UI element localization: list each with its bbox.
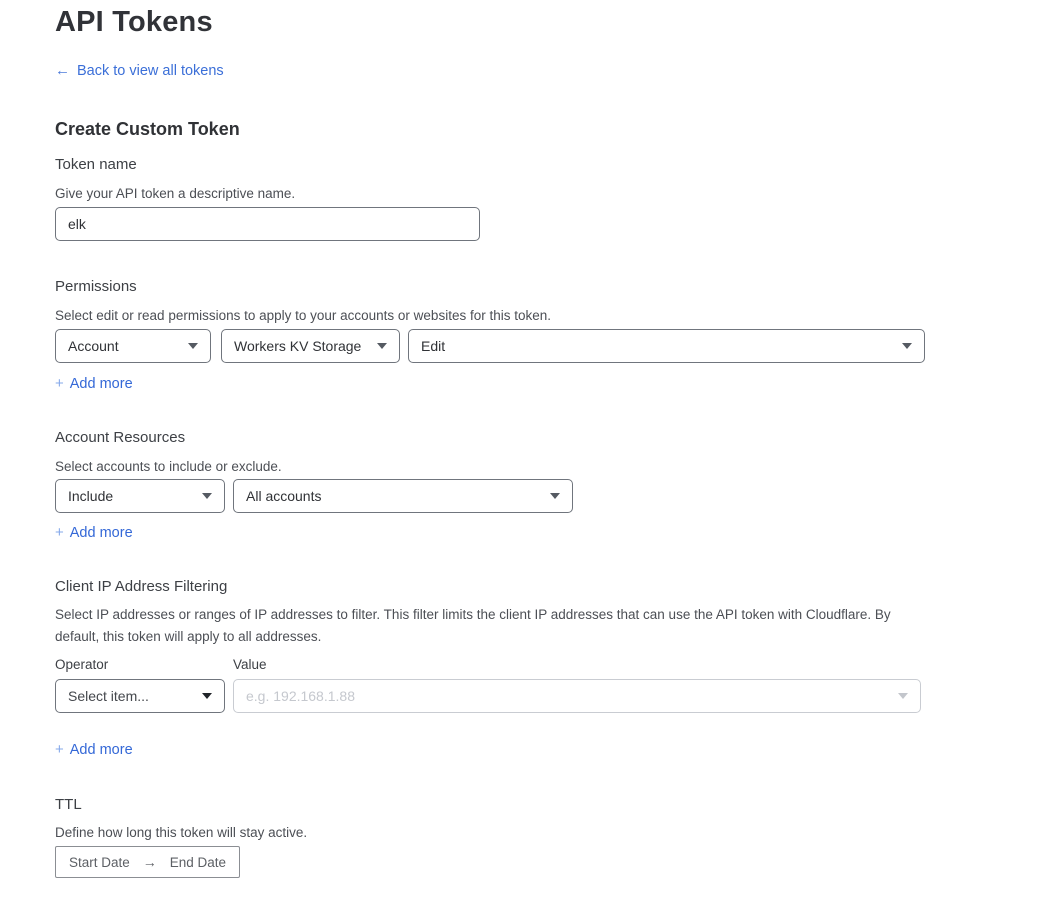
ip-operator-label: Operator — [55, 657, 108, 672]
account-include-exclude-value: Include — [68, 488, 113, 504]
account-selection-select[interactable]: All accounts — [233, 479, 573, 513]
ip-operator-value: Select item... — [68, 688, 149, 704]
add-more-permission-link[interactable]: + Add more — [55, 375, 133, 392]
add-more-label: Add more — [70, 376, 133, 392]
chevron-down-icon — [202, 693, 212, 699]
back-to-tokens-link[interactable]: ← Back to view all tokens — [55, 62, 224, 79]
arrow-right-icon: → — [143, 854, 157, 870]
ip-value-placeholder: e.g. 192.168.1.88 — [246, 688, 355, 704]
permission-scope-select[interactable]: Account — [55, 329, 211, 363]
plus-icon: + — [55, 524, 64, 541]
plus-icon: + — [55, 741, 64, 758]
ip-operator-select[interactable]: Select item... — [55, 679, 225, 713]
end-date-label: End Date — [170, 855, 226, 870]
start-date-label: Start Date — [69, 855, 130, 870]
token-name-description: Give your API token a descriptive name. — [55, 183, 295, 205]
api-tokens-page: API Tokens ← Back to view all tokens Cre… — [0, 0, 1043, 917]
chevron-down-icon — [377, 343, 387, 349]
account-selection-value: All accounts — [246, 488, 321, 504]
account-resources-description: Select accounts to include or exclude. — [55, 456, 282, 478]
add-more-account-resource-link[interactable]: + Add more — [55, 524, 133, 541]
back-link-label: Back to view all tokens — [77, 63, 224, 79]
chevron-down-icon — [902, 343, 912, 349]
chevron-down-icon — [550, 493, 560, 499]
chevron-down-icon — [202, 493, 212, 499]
permission-scope-value: Account — [68, 338, 119, 354]
ip-filtering-label: Client IP Address Filtering — [55, 578, 227, 595]
ttl-date-range-picker[interactable]: Start Date → End Date — [55, 846, 240, 878]
account-include-exclude-select[interactable]: Include — [55, 479, 225, 513]
add-more-ip-filter-link[interactable]: + Add more — [55, 741, 133, 758]
ttl-description: Define how long this token will stay act… — [55, 822, 307, 844]
plus-icon: + — [55, 375, 64, 392]
back-arrow-icon: ← — [55, 62, 70, 79]
chevron-down-icon — [898, 693, 908, 699]
permission-access-value: Edit — [421, 338, 445, 354]
create-custom-token-heading: Create Custom Token — [55, 119, 240, 140]
permissions-label: Permissions — [55, 278, 137, 295]
permission-access-select[interactable]: Edit — [408, 329, 925, 363]
ip-filtering-description: Select IP addresses or ranges of IP addr… — [55, 604, 927, 648]
account-resources-label: Account Resources — [55, 429, 185, 446]
ttl-label: TTL — [55, 796, 82, 813]
token-name-input[interactable] — [55, 207, 480, 241]
add-more-label: Add more — [70, 742, 133, 758]
add-more-label: Add more — [70, 525, 133, 541]
chevron-down-icon — [188, 343, 198, 349]
ip-value-input[interactable]: e.g. 192.168.1.88 — [233, 679, 921, 713]
permissions-description: Select edit or read permissions to apply… — [55, 305, 551, 327]
permission-resource-select[interactable]: Workers KV Storage — [221, 329, 400, 363]
permission-resource-value: Workers KV Storage — [234, 338, 361, 354]
token-name-label: Token name — [55, 156, 137, 173]
page-title: API Tokens — [55, 6, 213, 39]
ip-value-label: Value — [233, 657, 267, 672]
